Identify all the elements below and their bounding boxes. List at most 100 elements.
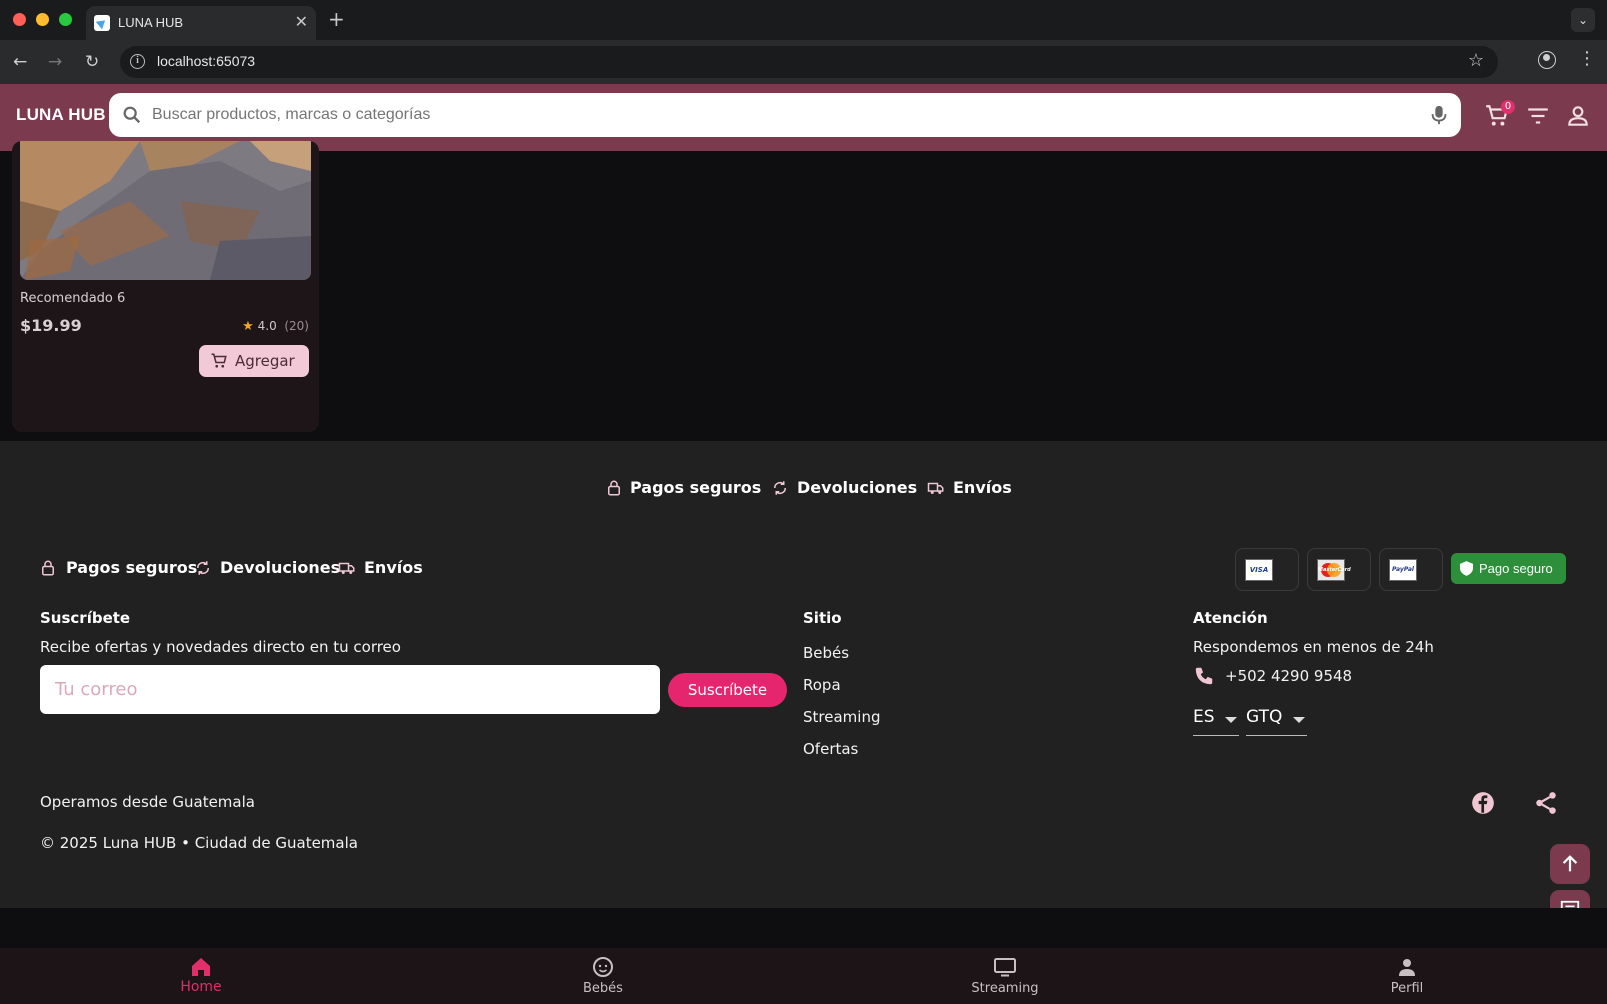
cart-count-badge: 0	[1501, 100, 1515, 114]
subscribe-text: Recibe ofertas y novedades directo en tu…	[40, 638, 401, 656]
feature-secure-payments: Pagos seguros	[66, 558, 198, 577]
navigation-bar: ← → ↻ i localhost:65073 ☆ ⋮	[0, 40, 1607, 84]
tab-close-icon[interactable]: ✕	[295, 13, 308, 31]
filter-icon[interactable]	[1525, 103, 1551, 129]
refresh-icon	[773, 481, 787, 495]
tab-search-button[interactable]: ⌄	[1571, 8, 1595, 32]
kebab-menu-icon[interactable]: ⋮	[1578, 49, 1596, 69]
brand-logo[interactable]: LUNA HUB	[16, 105, 106, 125]
new-tab-button[interactable]: +	[328, 8, 345, 30]
maximize-window-button[interactable]	[59, 13, 72, 26]
close-window-button[interactable]	[13, 13, 26, 26]
subscribe-button[interactable]: Suscríbete	[668, 673, 787, 707]
footer-link-babies[interactable]: Bebés	[803, 644, 849, 662]
share-icon[interactable]	[1533, 790, 1559, 816]
tab-title: LUNA HUB	[118, 15, 184, 30]
mastercard-logo: MasterCard	[1307, 548, 1371, 591]
secure-badge-label: Pago seguro	[1479, 561, 1553, 576]
product-title[interactable]: Recomendado 6	[20, 291, 125, 306]
nav-item-profile[interactable]: Perfil	[1206, 948, 1607, 1004]
shield-icon	[1460, 561, 1473, 576]
url-text[interactable]: localhost:65073	[157, 53, 255, 69]
footer: Pagos seguros Devoluciones Envíos Pagos …	[0, 441, 1607, 930]
subscribe-title: Suscríbete	[40, 609, 131, 627]
truck-icon	[927, 482, 944, 494]
add-to-cart-label: Agregar	[235, 352, 295, 370]
attention-text: Respondemos en menos de 24h	[1193, 638, 1434, 656]
phone-number[interactable]: +502 4290 9548	[1225, 667, 1352, 685]
bookmark-star-icon[interactable]: ☆	[1468, 50, 1484, 71]
chevron-down-icon	[1225, 717, 1237, 723]
nav-label-profile: Perfil	[1390, 981, 1424, 996]
search-bar[interactable]	[109, 93, 1461, 137]
copyright-text: © 2025 Luna HUB • Ciudad de Guatemala	[40, 834, 358, 852]
person-icon	[1399, 959, 1415, 976]
footer-link-clothes[interactable]: Ropa	[803, 676, 841, 694]
nav-label-home: Home	[180, 979, 222, 995]
refresh-icon	[196, 561, 210, 575]
email-placeholder: Tu correo	[55, 679, 138, 700]
email-field[interactable]: Tu correo	[40, 665, 660, 714]
product-price: $19.99	[20, 316, 82, 335]
chevron-down-icon	[1293, 717, 1305, 723]
search-input[interactable]	[152, 106, 1352, 124]
back-arrow-icon[interactable]: ←	[13, 52, 27, 72]
currency-value: GTQ	[1246, 707, 1283, 727]
forward-arrow-icon[interactable]: →	[48, 52, 62, 72]
main-content: Recomendado 6 $19.99 ★ 4.0 (20) Agregar	[0, 141, 1607, 441]
baby-face-icon	[593, 957, 613, 977]
site-info-icon[interactable]: i	[130, 54, 145, 69]
home-icon	[192, 958, 210, 976]
language-select[interactable]: ES	[1193, 707, 1239, 736]
facebook-icon[interactable]	[1470, 790, 1496, 816]
truck-icon	[338, 562, 355, 574]
star-icon: ★	[242, 319, 254, 334]
product-card[interactable]: Recomendado 6 $19.99 ★ 4.0 (20) Agregar	[12, 141, 319, 432]
product-rating: ★ 4.0 (20)	[242, 319, 309, 334]
review-count: (20)	[284, 319, 309, 333]
site-title: Sitio	[803, 609, 842, 627]
phone-icon	[1195, 667, 1213, 685]
search-icon	[123, 106, 141, 124]
nav-label-streaming: Streaming	[971, 981, 1039, 996]
paypal-logo: PayPal	[1379, 548, 1443, 591]
browser-tab[interactable]: LUNA HUB ✕	[86, 6, 316, 40]
attention-title: Atención	[1193, 609, 1268, 627]
browser-chrome: LUNA HUB ✕ + ⌄ ← → ↻ i localhost:65073 ☆…	[0, 0, 1607, 84]
bottom-navigation: Home Bebés Streaming Perfil	[0, 948, 1607, 1004]
feature-secure-payments: Pagos seguros	[630, 478, 762, 497]
add-to-cart-button[interactable]: Agregar	[199, 345, 309, 377]
content-spacer	[0, 908, 1607, 948]
nav-item-babies[interactable]: Bebés	[402, 948, 804, 1004]
nav-item-streaming[interactable]: Streaming	[804, 948, 1206, 1004]
feature-returns: Devoluciones	[797, 478, 918, 497]
feature-returns: Devoluciones	[220, 558, 341, 577]
minimize-window-button[interactable]	[36, 13, 49, 26]
visa-logo: VISA	[1235, 548, 1299, 591]
scroll-to-top-button[interactable]	[1550, 844, 1590, 884]
tab-bar: LUNA HUB ✕ + ⌄	[0, 0, 1607, 40]
lock-icon	[42, 560, 54, 576]
language-value: ES	[1193, 707, 1215, 727]
feature-shipping: Envíos	[364, 558, 423, 577]
footer-link-offers[interactable]: Ofertas	[803, 740, 858, 758]
secure-payment-badge: Pago seguro	[1451, 553, 1566, 584]
microphone-icon[interactable]	[1429, 104, 1449, 126]
product-image[interactable]	[20, 141, 311, 280]
profile-icon[interactable]	[1538, 51, 1556, 69]
address-bar[interactable]: i localhost:65073 ☆	[120, 46, 1498, 78]
cart-icon	[211, 353, 227, 368]
footer-link-streaming[interactable]: Streaming	[803, 708, 880, 726]
lock-icon	[608, 480, 620, 496]
currency-select[interactable]: GTQ	[1246, 707, 1307, 736]
reload-icon[interactable]: ↻	[85, 52, 99, 72]
location-text: Operamos desde Guatemala	[40, 793, 255, 811]
flutter-favicon-icon	[94, 15, 110, 31]
nav-label-babies: Bebés	[583, 981, 623, 996]
rating-value: 4.0	[257, 319, 277, 333]
account-icon[interactable]	[1565, 103, 1591, 129]
arrow-up-icon	[1562, 855, 1578, 872]
nav-item-home[interactable]: Home	[0, 948, 402, 1004]
feature-shipping: Envíos	[953, 478, 1012, 497]
tv-icon	[994, 958, 1016, 977]
